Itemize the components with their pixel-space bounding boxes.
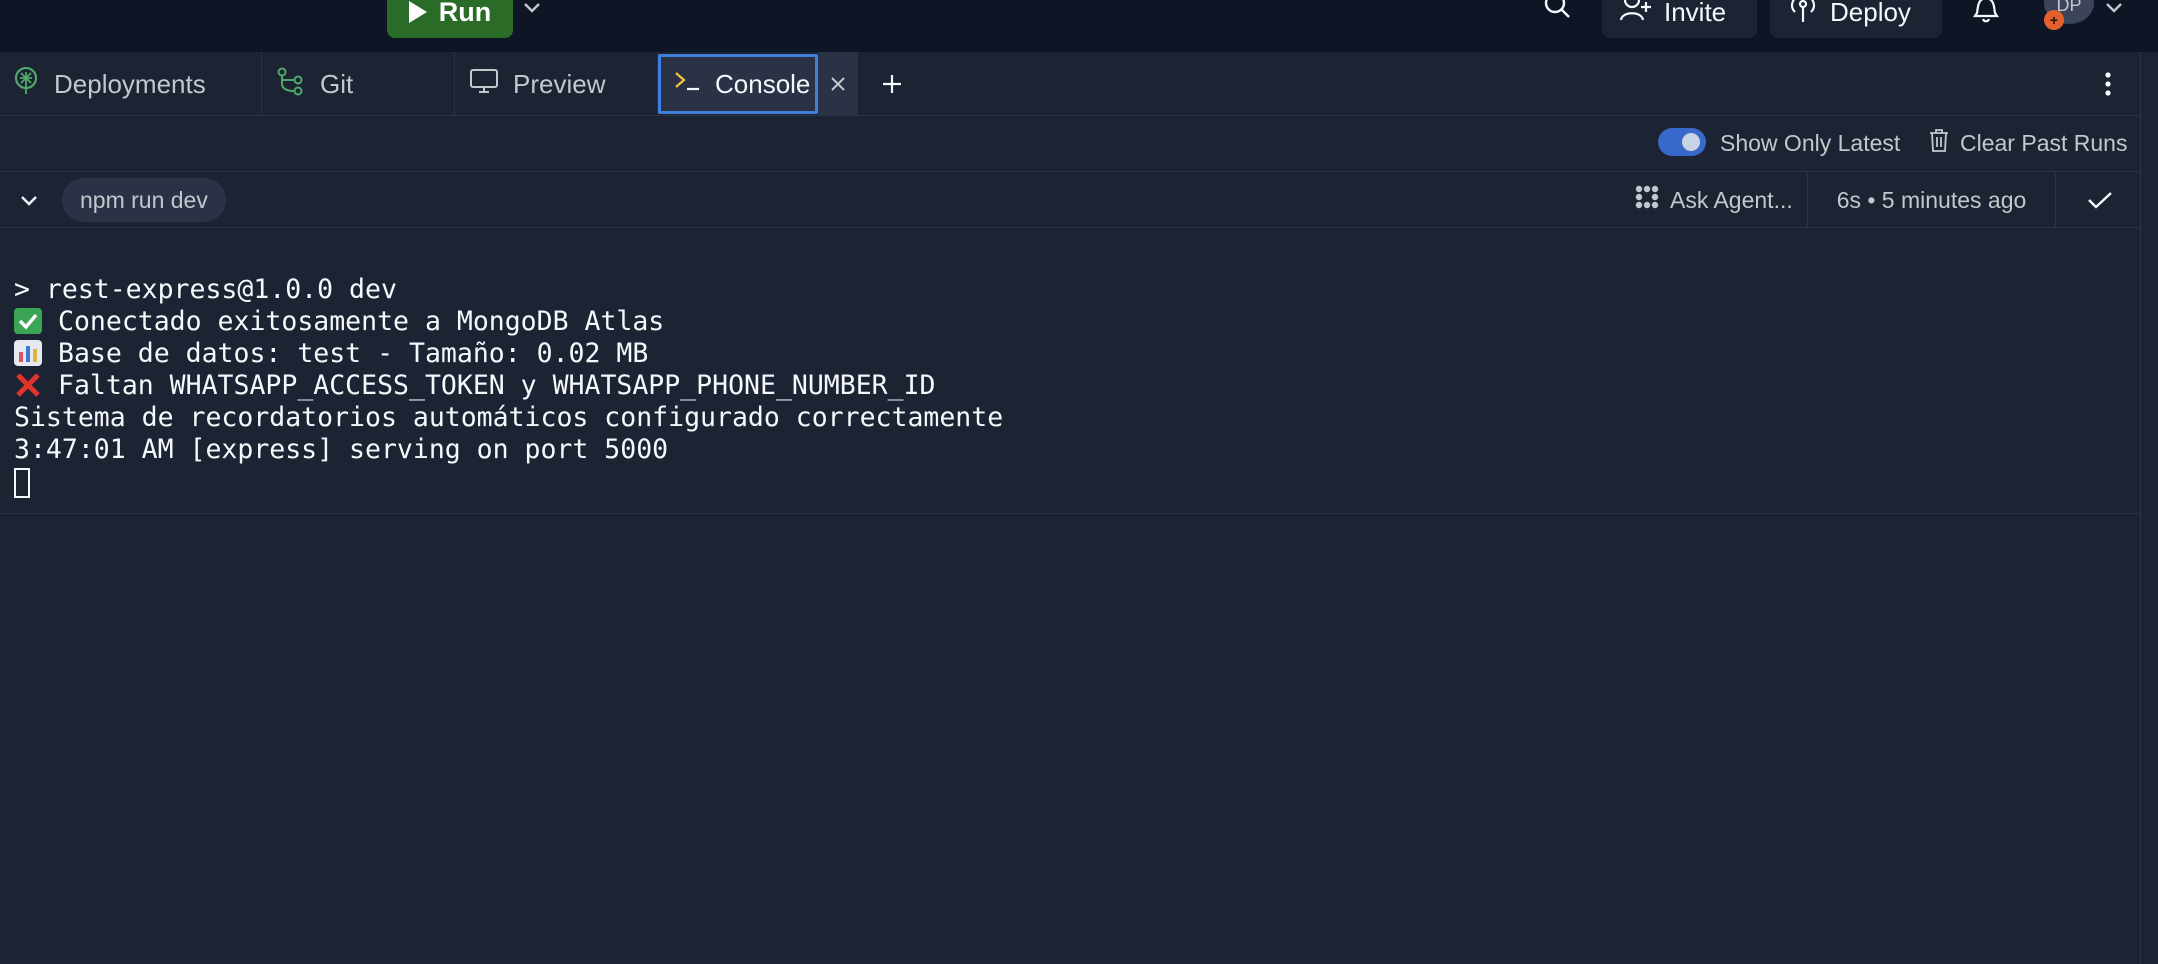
account-chevron-down-icon[interactable]: [2100, 0, 2128, 22]
deployments-icon: [12, 66, 40, 103]
close-icon[interactable]: [818, 52, 858, 116]
add-tab-plus-icon[interactable]: [872, 52, 912, 116]
more-options-icon[interactable]: [2094, 52, 2122, 116]
console-line: 3:47:01 AM [express] serving on port 500…: [14, 434, 2140, 466]
run-button-label: Run: [438, 0, 492, 27]
tab-bar: Deployments Git Preview Console: [0, 52, 2158, 116]
console-line-text: 3:47:01 AM [express] serving on port 500…: [14, 434, 669, 465]
invite-button[interactable]: Invite: [1602, 0, 1757, 38]
console-line-text: Sistema de recordatorios automáticos con…: [14, 402, 1004, 433]
run-command-label: npm run dev: [80, 186, 208, 213]
console-line-text: > rest-express@1.0.0 dev: [14, 274, 397, 305]
console-line-text: Conectado exitosamente a MongoDB Atlas: [58, 306, 665, 337]
tab-console-label: Console: [715, 68, 811, 99]
console-line: Base de datos: test - Tamaño: 0.02 MB: [14, 338, 2140, 370]
trash-icon: [1928, 127, 1950, 159]
bar-chart-icon: [14, 340, 42, 366]
play-icon: [408, 1, 427, 23]
console-line: Conectado exitosamente a MongoDB Atlas: [14, 306, 2140, 338]
console-output[interactable]: > rest-express@1.0.0 dev Conectado exito…: [0, 228, 2140, 514]
tab-git[interactable]: Git: [262, 52, 455, 116]
console-line: Sistema de recordatorios automáticos con…: [14, 402, 2140, 434]
add-user-icon: [1619, 0, 1652, 31]
run-options-chevron-down-icon[interactable]: [518, 0, 546, 22]
tab-git-label: Git: [320, 68, 354, 99]
run-header: npm run dev Ask Agent... 6s • 5 minutes …: [0, 172, 2140, 228]
tab-preview-label: Preview: [513, 68, 606, 99]
console-line-text: Faltan WHATSAPP_ACCESS_TOKEN y WHATSAPP_…: [58, 370, 936, 401]
terminal-icon: [673, 68, 701, 101]
ask-agent-button[interactable]: Ask Agent...: [1618, 172, 1808, 228]
right-panel-edge: [2140, 52, 2158, 964]
tab-console[interactable]: Console: [658, 54, 818, 114]
bell-icon[interactable]: [1968, 0, 2004, 26]
git-icon: [276, 66, 306, 103]
invite-button-label: Invite: [1664, 0, 1727, 27]
console-line-text: Base de datos: test - Tamaño: 0.02 MB: [58, 338, 649, 369]
clear-past-runs-label: Clear Past Runs: [1960, 129, 2128, 156]
agent-icon: [1634, 184, 1660, 216]
clear-past-runs-button[interactable]: Clear Past Runs: [1928, 128, 2127, 158]
show-only-latest-label: Show Only Latest: [1720, 130, 1901, 156]
ask-agent-label: Ask Agent...: [1670, 186, 1793, 213]
run-time-label: 6s • 5 minutes ago: [1836, 186, 2027, 213]
console-options-bar: Show Only Latest Clear Past Runs: [0, 116, 2140, 172]
check-mark-icon: [14, 308, 42, 334]
deploy-icon: [1788, 0, 1818, 31]
run-duration-timestamp: 6s • 5 minutes ago: [1808, 172, 2056, 228]
tab-deployments[interactable]: Deployments: [0, 52, 262, 116]
collapse-chevron-down-icon[interactable]: [14, 186, 44, 216]
tab-deployments-label: Deployments: [54, 68, 206, 99]
toggle-knob: [1682, 133, 1700, 151]
console-line: > rest-express@1.0.0 dev: [14, 274, 2140, 306]
show-only-latest-toggle[interactable]: [1658, 128, 1706, 156]
cross-mark-icon: [14, 372, 42, 398]
terminal-cursor: [14, 468, 30, 498]
run-button[interactable]: Run: [387, 0, 513, 38]
search-icon[interactable]: [1540, 0, 1576, 26]
avatar-badge-icon: +: [2044, 10, 2064, 30]
check-icon: [2080, 172, 2120, 228]
deploy-button-label: Deploy: [1830, 0, 1911, 27]
top-bar: Run Invite Deploy DP +: [0, 0, 2158, 52]
tab-preview[interactable]: Preview: [455, 52, 658, 116]
run-command-chip: npm run dev: [62, 178, 226, 222]
console-line: Faltan WHATSAPP_ACCESS_TOKEN y WHATSAPP_…: [14, 370, 2140, 402]
console-input-line[interactable]: [14, 466, 2140, 498]
deploy-button[interactable]: Deploy: [1770, 0, 1942, 38]
monitor-icon: [469, 67, 499, 102]
